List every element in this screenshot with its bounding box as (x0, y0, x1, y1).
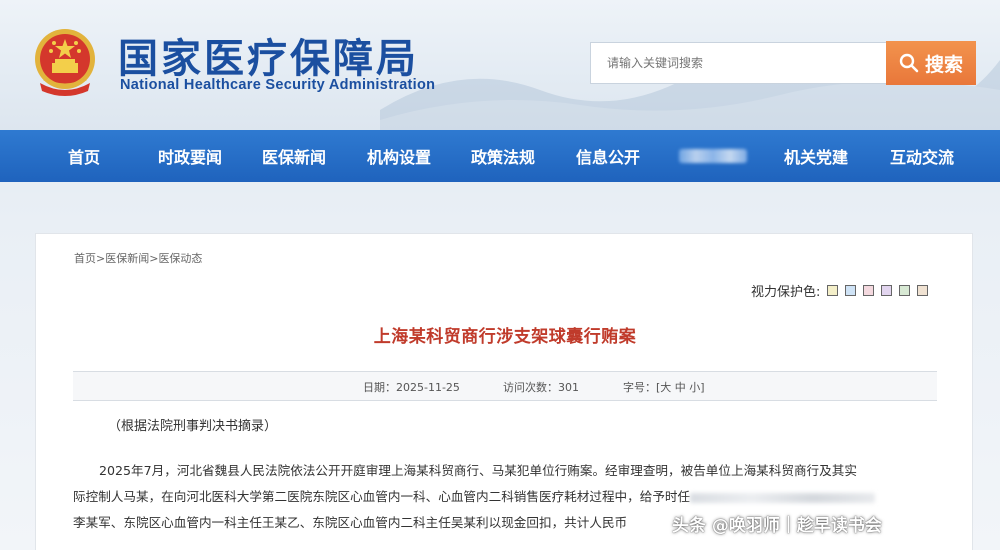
font-size-medium[interactable]: 中 (675, 381, 686, 394)
font-size-large[interactable]: 大 (660, 381, 671, 394)
search-input[interactable] (590, 42, 888, 84)
color-swatch-4[interactable] (881, 285, 893, 296)
color-swatch-6[interactable] (917, 285, 929, 296)
article-paragraph-line-1: 2025年7月，河北省魏县人民法院依法公开开庭审理上海某科贸商行、马某犯单位行贿… (99, 463, 857, 478)
blurred-nav-label (679, 149, 747, 163)
site-title[interactable]: 国家医疗保障局 (118, 26, 419, 84)
article-title: 上海某科贸商行涉支架球囊行贿案 (373, 327, 637, 347)
search-button-label: 搜索 (924, 53, 963, 76)
nav-item-blurred[interactable] (679, 130, 747, 182)
national-emblem-icon (35, 29, 95, 96)
article-date: 2025-11-25 (396, 381, 460, 394)
visit-count: 301 (558, 381, 579, 394)
color-swatch-5[interactable] (899, 285, 911, 296)
nav-item-info-disclosure[interactable]: 信息公开 (576, 130, 640, 182)
article-meta: 日期：2025-11-25 访问次数：301 字号：[大 中 小] (73, 371, 937, 401)
visits-meta: 访问次数：301 (503, 381, 579, 394)
nav-item-organization[interactable]: 机构设置 (367, 130, 431, 182)
nav-item-party-building[interactable]: 机关党建 (784, 130, 848, 182)
breadcrumb-dynamics[interactable]: 医保动态 (158, 252, 202, 265)
blurred-text (690, 492, 876, 503)
site-header: 国家医疗保障局 National Healthcare Security Adm… (0, 0, 1000, 130)
article-paragraph-line-2: 际控制人马某，在向河北医科大学第二医院东院区心血管内一科、心血管内二科销售医疗耗… (73, 484, 876, 510)
site-subtitle: National Healthcare Security Administrat… (120, 77, 436, 93)
search-icon (899, 53, 919, 73)
article-paragraph-line-3: 李某军、东院区心血管内一科主任王某乙、东院区心血管内二科主任吴某利以现金回扣，共… (73, 515, 628, 530)
watermark: 头条 @唤羽师｜趁早读书会 (672, 516, 882, 536)
color-swatch-1[interactable] (827, 285, 839, 296)
main-nav: 首页 时政要闻 医保新闻 机构设置 政策法规 信息公开 机关党建 互动交流 (0, 130, 1000, 182)
nav-item-policies[interactable]: 政策法规 (471, 130, 535, 182)
font-size-meta: 字号：[大 中 小] (623, 381, 705, 394)
nav-item-home[interactable]: 首页 (68, 130, 100, 182)
eye-protection-label: 视力保护色: (751, 285, 821, 300)
nav-item-healthcare-news[interactable]: 医保新闻 (262, 130, 326, 182)
breadcrumb: 首页>医保新闻>医保动态 (74, 252, 203, 265)
breadcrumb-news[interactable]: 医保新闻 (105, 252, 149, 265)
date-meta: 日期：2025-11-25 (363, 381, 460, 394)
search-button[interactable]: 搜索 (886, 41, 976, 85)
breadcrumb-home[interactable]: 首页 (74, 252, 96, 265)
color-swatch-2[interactable] (845, 285, 857, 296)
nav-item-interaction[interactable]: 互动交流 (890, 130, 954, 182)
article-card: 首页>医保新闻>医保动态 视力保护色: 上海某科贸商行涉支架球囊行贿案 日期：2… (35, 233, 973, 550)
source-note: （根据法院刑事判决书摘录） (108, 419, 278, 434)
eye-protection-colors: 视力保护色: (751, 281, 929, 300)
nav-item-politics-news[interactable]: 时政要闻 (158, 130, 222, 182)
color-swatch-3[interactable] (863, 285, 875, 296)
font-size-small[interactable]: 小 (689, 381, 700, 394)
